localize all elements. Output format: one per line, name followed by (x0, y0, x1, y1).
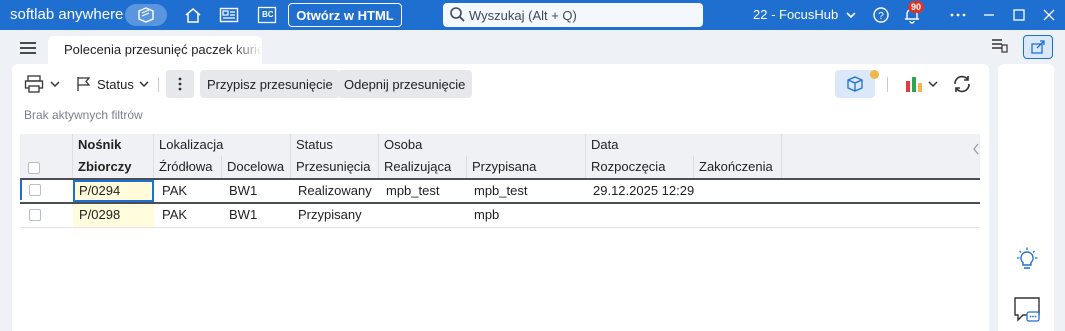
col-header-realizujaca[interactable]: Realizująca (379, 156, 467, 178)
cell-status[interactable]: Przypisany (292, 204, 379, 226)
notification-count-badge: 90 (908, 1, 925, 13)
chevron-down-icon (139, 81, 149, 88)
cell-realizujaca[interactable]: mpb_test (380, 180, 467, 202)
search-placeholder: Wyszukaj (Alt + Q) (469, 7, 577, 23)
unassign-transfer-button[interactable]: Odepnij przesunięcie (337, 70, 473, 98)
row-checkbox[interactable] (29, 209, 41, 221)
workspace-view-button[interactable] (835, 70, 879, 98)
flag-icon (77, 77, 91, 91)
home-icon[interactable] (183, 5, 203, 25)
search-icon (449, 6, 465, 25)
cell-zbiorczy[interactable]: P/0298 (73, 204, 154, 227)
chat-icon[interactable] (1013, 295, 1041, 330)
title-bar: softlab anywhere BC Otwórz w HTML Wyszuk… (0, 0, 1065, 30)
list-settings-icon[interactable] (990, 36, 1008, 57)
active-filters-text: Brak aktywnych filtrów (24, 108, 143, 122)
share-icon[interactable] (1023, 35, 1053, 59)
cell-zbiorczy[interactable]: P/0294 (73, 180, 154, 202)
toolbar: Status Przypisz przesunięcie Odepnij prz… (12, 64, 989, 104)
bc-label: BC (262, 10, 274, 19)
tenant-selector[interactable]: 22 - FocusHub (753, 7, 838, 22)
chevron-down-icon[interactable] (846, 8, 856, 23)
chevron-down-icon (50, 81, 60, 88)
col-header-zbiorczy[interactable]: Zbiorczy (73, 156, 154, 178)
toolbar-separator (158, 77, 159, 92)
lightbulb-icon[interactable] (1014, 247, 1040, 276)
table-row[interactable]: P/0298 PAK BW1 Przypisany mpb (20, 204, 980, 228)
cell-zakonczenia[interactable] (695, 204, 782, 226)
right-side-panel (998, 64, 1054, 331)
refresh-button[interactable] (951, 71, 973, 97)
group-header-data: Data (586, 134, 782, 156)
open-in-html-button[interactable]: Otwórz w HTML (288, 3, 402, 27)
chevron-left-icon[interactable] (972, 142, 980, 159)
chart-button[interactable] (904, 71, 938, 97)
group-header-status: Status (291, 134, 379, 156)
workspace-switch-icon[interactable] (125, 4, 167, 26)
more-actions-button[interactable] (166, 70, 194, 98)
cell-rozpoczecia[interactable] (587, 204, 694, 226)
col-header-przypisana[interactable]: Przypisana (467, 156, 586, 178)
col-header-zakonczenia[interactable]: Zakończenia (694, 156, 782, 178)
grid-group-header: Nośnik Lokalizacja Status Osoba Data (20, 134, 980, 156)
grid-column-header: Zbiorczy Źródłowa Docelowa Przesunięcia … (20, 156, 980, 178)
cell-zakonczenia[interactable] (695, 180, 782, 202)
printer-icon (24, 75, 44, 93)
cell-rozpoczecia[interactable]: 29.12.2025 12:29 (587, 180, 694, 202)
maximize-icon[interactable] (1009, 5, 1029, 25)
cell-przypisana[interactable]: mpb (468, 204, 586, 226)
news-icon[interactable] (219, 5, 239, 25)
status-label: Status (97, 76, 134, 92)
toolbar-separator (887, 77, 888, 92)
cell-zrodlowa[interactable]: PAK (156, 204, 222, 226)
col-header-przesuniecia[interactable]: Przesunięcia (291, 156, 379, 178)
row-selection-marker (20, 180, 22, 200)
bc-icon[interactable]: BC (257, 5, 277, 25)
cell-docelowa[interactable]: BW1 (223, 180, 291, 202)
kebab-icon (178, 77, 182, 91)
col-header-zrodlowa[interactable]: Źródłowa (154, 156, 222, 178)
group-header-osoba: Osoba (379, 134, 586, 156)
cell-realizujaca[interactable] (380, 204, 467, 226)
menu-icon[interactable] (19, 41, 37, 58)
refresh-icon (954, 75, 970, 93)
tab-polecenia[interactable]: Polecenia przesunięć paczek kurierskich (48, 36, 262, 64)
cell-status[interactable]: Realizowany (292, 180, 379, 202)
app-brand: softlab anywhere (10, 6, 124, 23)
more-icon[interactable] (948, 5, 968, 25)
status-filter-button[interactable]: Status (76, 71, 149, 97)
cube-icon (847, 76, 863, 92)
group-header-lokalizacja: Lokalizacja (154, 134, 291, 156)
select-all-checkbox[interactable] (28, 162, 40, 174)
cell-zrodlowa[interactable]: PAK (156, 180, 222, 202)
assign-transfer-button[interactable]: Przypisz przesunięcie (200, 70, 340, 98)
svg-text:?: ? (878, 11, 884, 22)
table-row[interactable]: P/0294 PAK BW1 Realizowany mpb_test mpb_… (20, 178, 980, 204)
col-header-rozpoczecia[interactable]: Rozpoczęcia (586, 156, 694, 178)
row-checkbox[interactable] (29, 184, 41, 196)
cell-docelowa[interactable]: BW1 (223, 204, 291, 226)
bar-chart-icon (906, 77, 922, 92)
cell-przypisana[interactable]: mpb_test (468, 180, 586, 202)
chevron-down-icon (928, 81, 938, 88)
minimize-icon[interactable] (979, 5, 999, 25)
indicator-dot (870, 70, 879, 79)
close-icon[interactable] (1039, 5, 1059, 25)
main-panel: Status Przypisz przesunięcie Odepnij prz… (12, 64, 989, 331)
group-header-nosnik: Nośnik (73, 134, 154, 156)
print-button[interactable] (24, 71, 60, 97)
col-header-docelowa[interactable]: Docelowa (222, 156, 291, 178)
search-input[interactable]: Wyszukaj (Alt + Q) (443, 3, 703, 27)
help-icon[interactable]: ? (871, 5, 891, 25)
